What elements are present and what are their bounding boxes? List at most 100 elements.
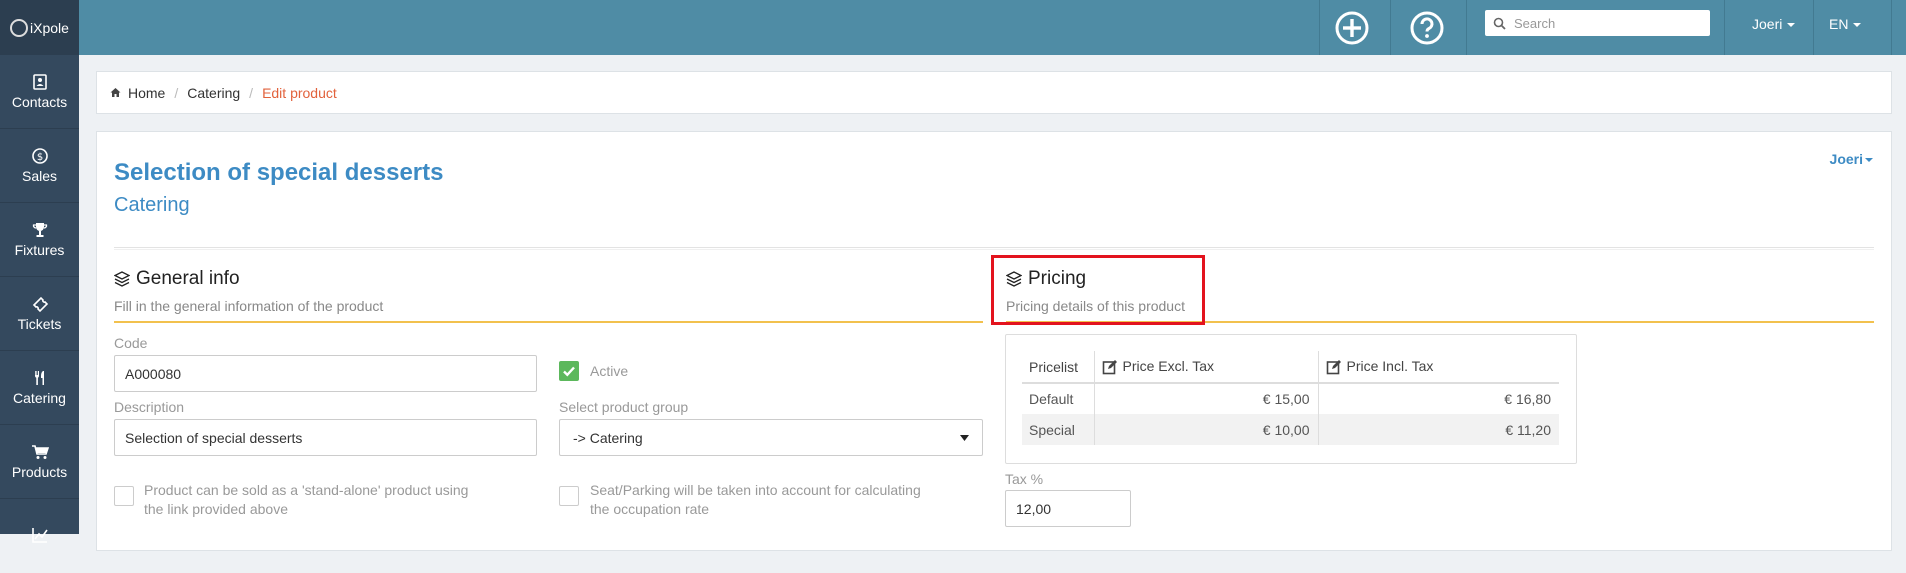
help-button[interactable] bbox=[1409, 10, 1445, 46]
cart-icon bbox=[31, 445, 49, 459]
occupation-label-line: Seat/Parking will be taken into account … bbox=[590, 482, 921, 498]
page-title: Selection of special desserts bbox=[114, 159, 444, 186]
tax-label: Tax % bbox=[1005, 471, 1044, 487]
occupation-label-line: the occupation rate bbox=[590, 501, 710, 517]
ticket-icon bbox=[32, 296, 48, 313]
product-group-label: Select product group bbox=[559, 399, 689, 415]
description-label: Description bbox=[114, 399, 185, 415]
pricelist-cell: Special bbox=[1022, 414, 1094, 445]
column-header: Pricelist bbox=[1022, 351, 1094, 384]
caret-down-icon bbox=[1865, 158, 1873, 163]
app-logo[interactable]: iXpole bbox=[0, 0, 79, 55]
divider bbox=[114, 247, 1874, 250]
divider bbox=[1466, 0, 1467, 55]
user-name: Joeri bbox=[1752, 16, 1783, 32]
sidebar-item-label: Fixtures bbox=[14, 242, 65, 258]
logo-text: iXpole bbox=[30, 19, 69, 36]
pricelist-cell: Default bbox=[1029, 391, 1074, 407]
table-header-row: Pricelist Price Excl. Tax Price Incl. Ta… bbox=[1022, 351, 1559, 384]
sidebar-item-reports[interactable] bbox=[0, 499, 79, 573]
edit-icon bbox=[1326, 360, 1341, 375]
user-menu[interactable]: Joeri bbox=[1752, 16, 1796, 32]
trophy-icon bbox=[32, 223, 47, 237]
sidebar-item-label: Tickets bbox=[17, 316, 62, 332]
breadcrumb-catering[interactable]: Catering bbox=[187, 85, 240, 101]
top-bar: Joeri EN bbox=[79, 0, 1906, 55]
pricing-table: Pricelist Price Excl. Tax Price Incl. Ta… bbox=[1022, 351, 1559, 445]
standalone-label-line: Product can be sold as a 'stand-alone' p… bbox=[144, 482, 469, 498]
occupation-checkbox[interactable] bbox=[559, 486, 579, 506]
standalone-label: Product can be sold as a 'stand-alone' p… bbox=[144, 481, 468, 519]
general-info-heading: General info bbox=[114, 268, 240, 290]
price-incl-cell[interactable]: € 11,20 bbox=[1317, 414, 1559, 445]
table-row: Default € 15,00 € 16,80 bbox=[1022, 383, 1559, 414]
breadcrumb-current: Edit product bbox=[262, 84, 337, 101]
table-row: Special € 10,00 € 11,20 bbox=[1022, 414, 1559, 445]
column-header[interactable]: Price Excl. Tax bbox=[1093, 351, 1318, 384]
divider bbox=[1390, 0, 1391, 55]
sidebar-item-fixtures[interactable]: Fixtures bbox=[0, 203, 79, 277]
add-button[interactable] bbox=[1334, 10, 1370, 46]
language-label: EN bbox=[1829, 16, 1849, 32]
code-label: Code bbox=[114, 335, 148, 351]
product-group-value: -> Catering bbox=[573, 429, 643, 446]
dollar-circle-icon: $ bbox=[31, 148, 48, 164]
cutlery-icon bbox=[34, 371, 44, 385]
price-excl-cell[interactable]: € 10,00 bbox=[1093, 414, 1318, 445]
panel-user-dropdown[interactable]: Joeri bbox=[1830, 151, 1873, 167]
plus-circle-icon bbox=[1335, 11, 1369, 45]
sidebar-item-contacts[interactable]: Contacts bbox=[0, 55, 79, 129]
breadcrumb: Home / Catering / Edit product bbox=[96, 71, 1892, 114]
sidebar-item-label: Sales bbox=[21, 168, 58, 184]
column-header[interactable]: Price Incl. Tax bbox=[1317, 351, 1559, 384]
caret-down-icon bbox=[1853, 23, 1862, 28]
tax-field[interactable] bbox=[1005, 490, 1131, 527]
divider bbox=[1813, 0, 1814, 55]
chart-line-icon bbox=[31, 527, 48, 543]
active-label: Active bbox=[590, 363, 629, 379]
sidebar: iXpole Contacts $ Sales Fixtures Tickets… bbox=[0, 0, 79, 543]
sidebar-item-label: Contacts bbox=[11, 94, 68, 110]
divider bbox=[1319, 0, 1320, 55]
layers-icon bbox=[114, 271, 130, 287]
edit-icon bbox=[1102, 360, 1117, 375]
contact-card-icon bbox=[32, 74, 47, 90]
sidebar-item-catering[interactable]: Catering bbox=[0, 351, 79, 425]
search-input[interactable] bbox=[1514, 15, 1694, 31]
sidebar-item-sales[interactable]: $ Sales bbox=[0, 129, 79, 203]
check-icon bbox=[563, 366, 575, 377]
standalone-checkbox[interactable] bbox=[114, 486, 134, 506]
svg-text:$: $ bbox=[36, 152, 42, 163]
product-group-select[interactable]: -> Catering bbox=[559, 419, 983, 456]
caret-down-icon bbox=[1787, 23, 1796, 28]
question-circle-icon bbox=[1410, 11, 1444, 45]
page-subtitle: Catering bbox=[114, 194, 190, 216]
highlight-annotation bbox=[991, 255, 1205, 325]
divider bbox=[1724, 0, 1725, 55]
occupation-label: Seat/Parking will be taken into account … bbox=[590, 481, 921, 519]
sidebar-item-tickets[interactable]: Tickets bbox=[0, 277, 79, 351]
code-field[interactable] bbox=[114, 355, 537, 392]
sidebar-item-label: Products bbox=[11, 464, 68, 480]
breadcrumb-separator: / bbox=[249, 84, 254, 101]
panel-user-name: Joeri bbox=[1829, 151, 1863, 167]
breadcrumb-home[interactable]: Home bbox=[128, 85, 165, 101]
column-header-label: Price Incl. Tax bbox=[1346, 357, 1434, 374]
logo-ring-icon bbox=[10, 18, 29, 37]
search-icon bbox=[1493, 17, 1506, 30]
sidebar-item-label: Catering bbox=[13, 390, 66, 406]
general-info-subheading: Fill in the general information of the p… bbox=[114, 298, 384, 314]
sidebar-item-products[interactable]: Products bbox=[0, 425, 79, 499]
general-info-title: General info bbox=[136, 268, 240, 289]
language-menu[interactable]: EN bbox=[1829, 16, 1862, 32]
price-incl-cell[interactable]: € 16,80 bbox=[1317, 383, 1559, 414]
description-field[interactable] bbox=[114, 419, 537, 456]
price-excl-cell[interactable]: € 15,00 bbox=[1093, 383, 1318, 414]
home-icon bbox=[110, 88, 121, 97]
breadcrumb-separator: / bbox=[174, 84, 179, 101]
divider bbox=[1891, 0, 1892, 55]
search-box[interactable] bbox=[1485, 10, 1710, 36]
active-checkbox[interactable] bbox=[559, 361, 579, 381]
section-underline bbox=[114, 321, 983, 323]
column-header-label: Price Excl. Tax bbox=[1122, 357, 1215, 374]
